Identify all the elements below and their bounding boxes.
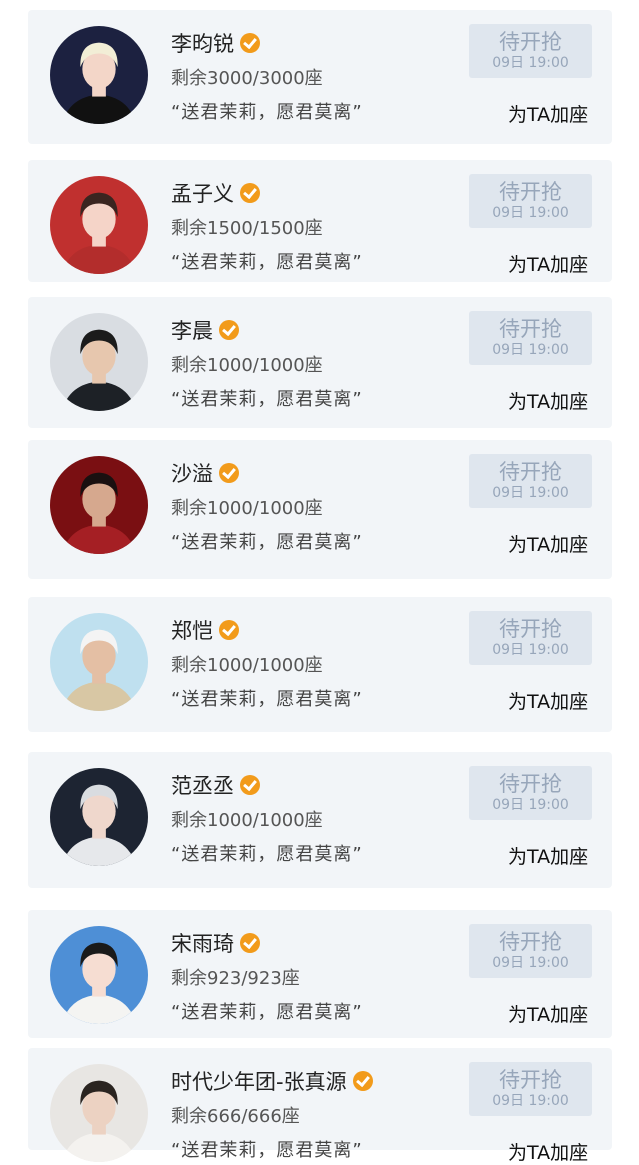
celebrity-name[interactable]: 沙溢 bbox=[171, 458, 213, 488]
grab-button[interactable]: 待开抢 09日 19:00 bbox=[469, 24, 592, 78]
verified-badge-icon bbox=[240, 183, 260, 203]
seats-remaining: 剩余923/923座 bbox=[171, 968, 300, 989]
grab-button[interactable]: 待开抢 09日 19:00 bbox=[469, 766, 592, 820]
name-row: 李晨 bbox=[171, 315, 239, 345]
card-quote: “送君茉莉，愿君莫离” bbox=[171, 102, 363, 123]
grab-button-time: 09日 19:00 bbox=[492, 55, 569, 71]
add-seat-button[interactable]: 为TA加座 bbox=[508, 387, 588, 414]
avatar-image bbox=[50, 926, 148, 1024]
add-seat-button[interactable]: 为TA加座 bbox=[508, 250, 588, 277]
avatar[interactable] bbox=[50, 1064, 148, 1162]
grab-button[interactable]: 待开抢 09日 19:00 bbox=[469, 311, 592, 365]
verified-badge-icon bbox=[219, 320, 239, 340]
avatar-image bbox=[50, 456, 148, 554]
grab-button-time: 09日 19:00 bbox=[492, 1093, 569, 1109]
verified-badge-icon bbox=[240, 775, 260, 795]
grab-button-time: 09日 19:00 bbox=[492, 797, 569, 813]
seats-remaining: 剩余1000/1000座 bbox=[171, 355, 323, 376]
avatar-image bbox=[50, 768, 148, 866]
seats-remaining: 剩余1000/1000座 bbox=[171, 655, 323, 676]
reservation-card: 李晨 剩余1000/1000座 “送君茉莉，愿君莫离” 待开抢 09日 19:0… bbox=[28, 297, 612, 428]
grab-button-time: 09日 19:00 bbox=[492, 642, 569, 658]
celebrity-name[interactable]: 李昀锐 bbox=[171, 28, 234, 58]
seats-remaining: 剩余1000/1000座 bbox=[171, 498, 323, 519]
reservation-card: 范丞丞 剩余1000/1000座 “送君茉莉，愿君莫离” 待开抢 09日 19:… bbox=[28, 752, 612, 888]
name-row: 郑恺 bbox=[171, 615, 239, 645]
celebrity-name[interactable]: 孟子义 bbox=[171, 178, 234, 208]
avatar-image bbox=[50, 26, 148, 124]
grab-button-time: 09日 19:00 bbox=[492, 205, 569, 221]
add-seat-button[interactable]: 为TA加座 bbox=[508, 530, 588, 557]
grab-button-label: 待开抢 bbox=[499, 1068, 562, 1092]
add-seat-button[interactable]: 为TA加座 bbox=[508, 842, 588, 869]
avatar[interactable] bbox=[50, 456, 148, 554]
celebrity-name[interactable]: 李晨 bbox=[171, 315, 213, 345]
celebrity-name[interactable]: 宋雨琦 bbox=[171, 928, 234, 958]
grab-button[interactable]: 待开抢 09日 19:00 bbox=[469, 924, 592, 978]
card-quote: “送君茉莉，愿君莫离” bbox=[171, 1140, 363, 1161]
verified-badge-icon bbox=[219, 620, 239, 640]
grab-button-label: 待开抢 bbox=[499, 180, 562, 204]
card-quote: “送君茉莉，愿君莫离” bbox=[171, 532, 363, 553]
grab-button-label: 待开抢 bbox=[499, 460, 562, 484]
avatar[interactable] bbox=[50, 176, 148, 274]
avatar-image bbox=[50, 313, 148, 411]
grab-button[interactable]: 待开抢 09日 19:00 bbox=[469, 1062, 592, 1116]
reservation-card: 沙溢 剩余1000/1000座 “送君茉莉，愿君莫离” 待开抢 09日 19:0… bbox=[28, 440, 612, 579]
reservation-card: 时代少年团-张真源 剩余666/666座 “送君茉莉，愿君莫离” 待开抢 09日… bbox=[28, 1048, 612, 1164]
reservation-card: 郑恺 剩余1000/1000座 “送君茉莉，愿君莫离” 待开抢 09日 19:0… bbox=[28, 597, 612, 732]
seats-remaining: 剩余666/666座 bbox=[171, 1106, 300, 1127]
celebrity-name[interactable]: 范丞丞 bbox=[171, 770, 234, 800]
name-row: 李昀锐 bbox=[171, 28, 260, 58]
add-seat-button[interactable]: 为TA加座 bbox=[508, 100, 588, 127]
celebrity-name[interactable]: 郑恺 bbox=[171, 615, 213, 645]
add-seat-button[interactable]: 为TA加座 bbox=[508, 1138, 588, 1165]
grab-button-time: 09日 19:00 bbox=[492, 485, 569, 501]
verified-badge-icon bbox=[240, 933, 260, 953]
grab-button-label: 待开抢 bbox=[499, 317, 562, 341]
card-quote: “送君茉莉，愿君莫离” bbox=[171, 689, 363, 710]
celebrity-name[interactable]: 时代少年团-张真源 bbox=[171, 1066, 347, 1096]
grab-button[interactable]: 待开抢 09日 19:00 bbox=[469, 174, 592, 228]
avatar[interactable] bbox=[50, 313, 148, 411]
verified-badge-icon bbox=[352, 1071, 373, 1091]
avatar-image bbox=[50, 1064, 148, 1162]
card-quote: “送君茉莉，愿君莫离” bbox=[171, 1002, 363, 1023]
grab-button-time: 09日 19:00 bbox=[492, 955, 569, 971]
name-row: 范丞丞 bbox=[171, 770, 260, 800]
grab-button-time: 09日 19:00 bbox=[492, 342, 569, 358]
seats-remaining: 剩余3000/3000座 bbox=[171, 68, 323, 89]
reservation-card: 孟子义 剩余1500/1500座 “送君茉莉，愿君莫离” 待开抢 09日 19:… bbox=[28, 160, 612, 282]
add-seat-button[interactable]: 为TA加座 bbox=[508, 1000, 588, 1027]
grab-button[interactable]: 待开抢 09日 19:00 bbox=[469, 611, 592, 665]
card-quote: “送君茉莉，愿君莫离” bbox=[171, 844, 363, 865]
grab-button[interactable]: 待开抢 09日 19:00 bbox=[469, 454, 592, 508]
seats-remaining: 剩余1000/1000座 bbox=[171, 810, 323, 831]
reservation-card: 宋雨琦 剩余923/923座 “送君茉莉，愿君莫离” 待开抢 09日 19:00… bbox=[28, 910, 612, 1038]
verified-badge-icon bbox=[219, 463, 239, 483]
grab-button-label: 待开抢 bbox=[499, 30, 562, 54]
avatar[interactable] bbox=[50, 926, 148, 1024]
card-quote: “送君茉莉，愿君莫离” bbox=[171, 252, 363, 273]
grab-button-label: 待开抢 bbox=[499, 930, 562, 954]
avatar-image bbox=[50, 176, 148, 274]
name-row: 宋雨琦 bbox=[171, 928, 260, 958]
grab-button-label: 待开抢 bbox=[499, 617, 562, 641]
seats-remaining: 剩余1500/1500座 bbox=[171, 218, 323, 239]
name-row: 沙溢 bbox=[171, 458, 239, 488]
reservation-card: 李昀锐 剩余3000/3000座 “送君茉莉，愿君莫离” 待开抢 09日 19:… bbox=[28, 10, 612, 144]
avatar[interactable] bbox=[50, 26, 148, 124]
add-seat-button[interactable]: 为TA加座 bbox=[508, 687, 588, 714]
avatar-image bbox=[50, 613, 148, 711]
name-row: 孟子义 bbox=[171, 178, 260, 208]
avatar[interactable] bbox=[50, 613, 148, 711]
grab-button-label: 待开抢 bbox=[499, 772, 562, 796]
name-row: 时代少年团-张真源 bbox=[171, 1066, 373, 1096]
avatar[interactable] bbox=[50, 768, 148, 866]
verified-badge-icon bbox=[240, 33, 260, 53]
card-quote: “送君茉莉，愿君莫离” bbox=[171, 389, 363, 410]
